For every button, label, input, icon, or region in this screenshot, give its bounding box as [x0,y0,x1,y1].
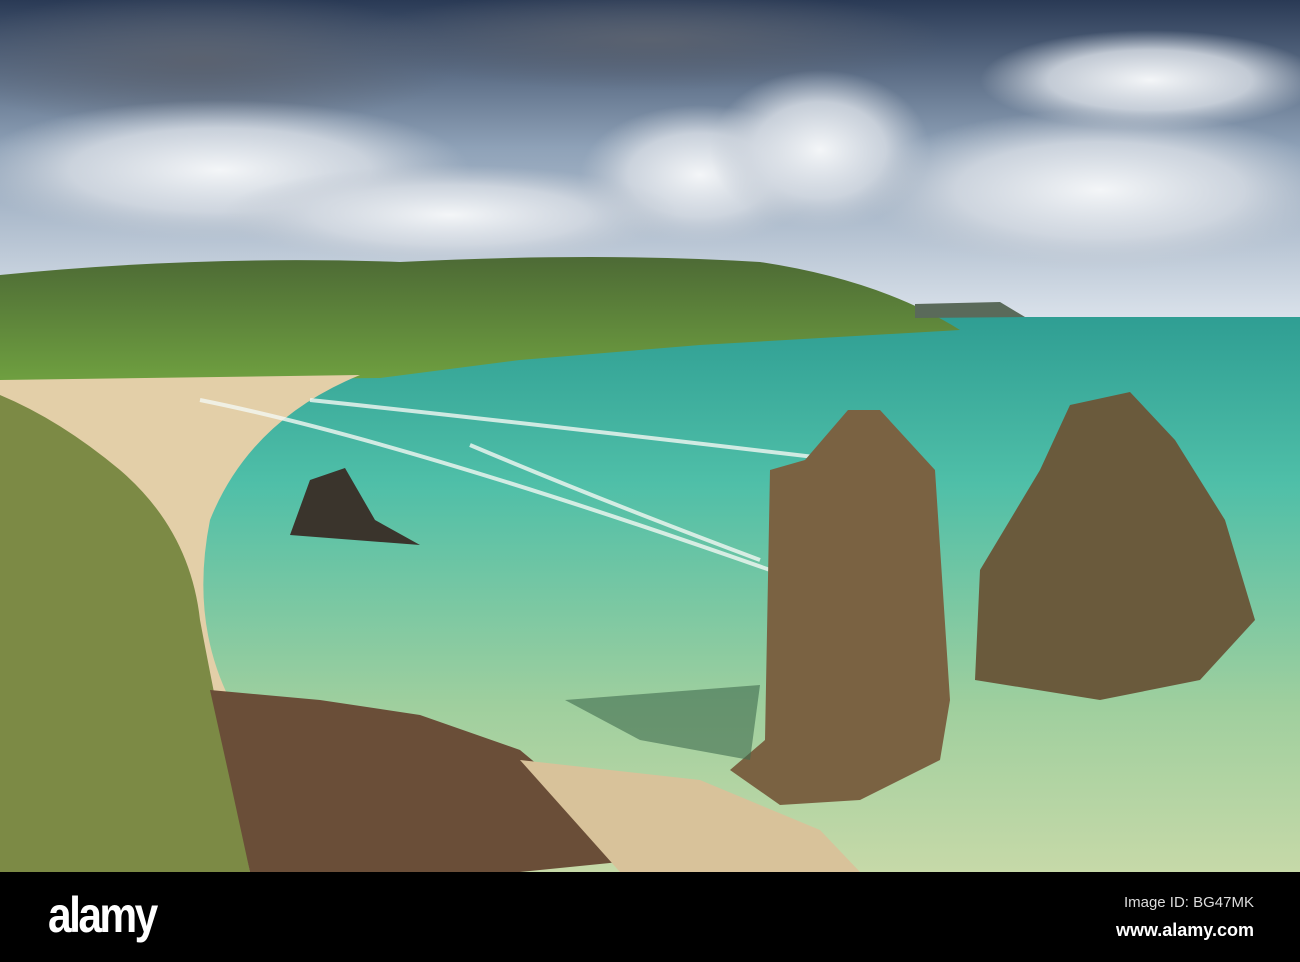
alamy-logo: alamy [48,887,158,943]
image-id-label: Image ID: BG47MK [1123,894,1254,911]
watermark-footer: alamy Image ID: BG47MK www.alamy.com [0,872,1300,962]
coastal-landscape-photo [0,0,1300,872]
clouds [0,0,1300,270]
website-link[interactable]: www.alamy.com [1116,920,1254,941]
